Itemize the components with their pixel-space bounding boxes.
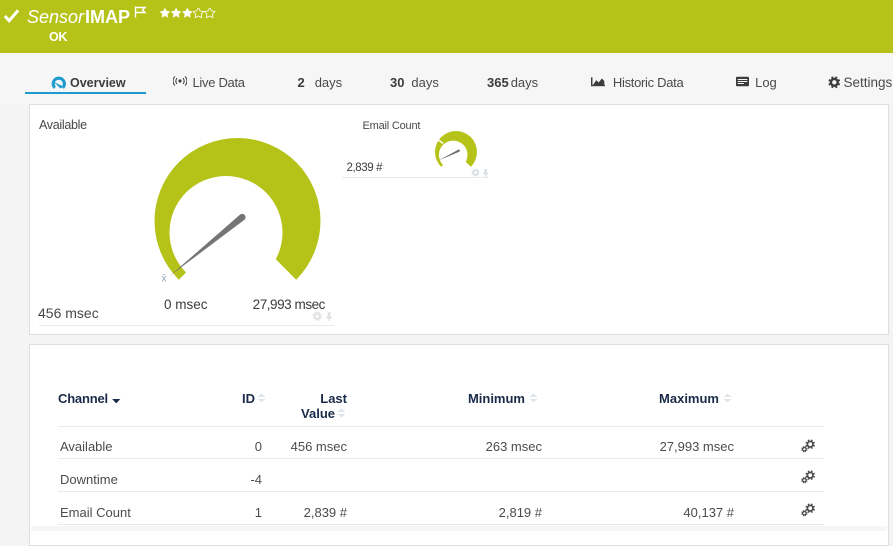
svg-text:x̄: x̄: [162, 274, 167, 285]
